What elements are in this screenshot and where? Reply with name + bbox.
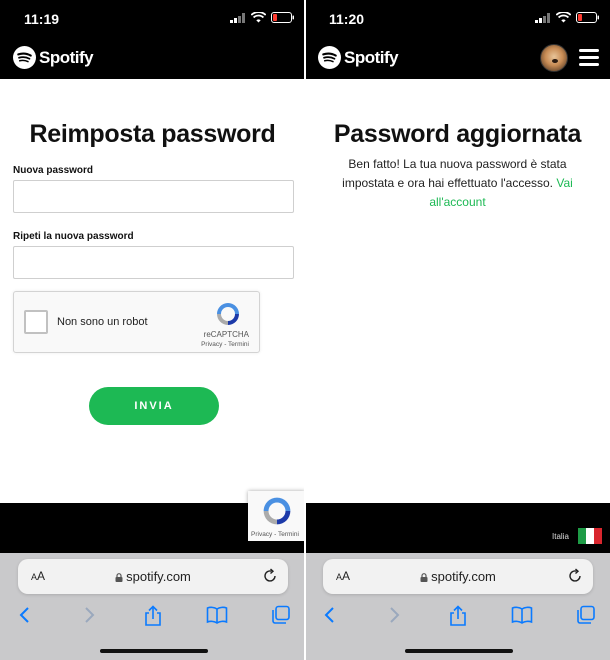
forward-icon[interactable] <box>82 605 96 625</box>
lock-icon <box>420 573 428 582</box>
browser-chrome: AA spotify.com <box>305 553 610 660</box>
battery-icon <box>576 12 599 23</box>
bookmarks-icon[interactable] <box>206 605 228 625</box>
spotify-wordmark: Spotify <box>344 47 399 67</box>
signal-icon <box>230 12 245 23</box>
recaptcha-badge-links[interactable]: Privacy - Termini <box>251 531 299 538</box>
browser-toolbar <box>0 601 305 631</box>
address-bar[interactable]: AA spotify.com <box>18 559 288 594</box>
submit-button[interactable]: INVIA <box>89 387 219 425</box>
address-bar[interactable]: AA spotify.com <box>323 559 593 594</box>
success-message-text: Ben fatto! La tua nuova password è stata… <box>342 157 567 190</box>
italy-flag-icon[interactable] <box>578 528 602 544</box>
browser-toolbar <box>305 601 610 631</box>
status-bar: 11:19 <box>0 0 305 38</box>
screenshot-pair: 11:19 Spotify Reimposta password Nuova p… <box>0 0 610 660</box>
spotify-logo[interactable]: Spotify <box>13 46 94 69</box>
reload-icon[interactable] <box>567 568 583 584</box>
reload-icon[interactable] <box>262 568 278 584</box>
spotify-logo[interactable]: Spotify <box>318 46 399 69</box>
password-updated-screen: 11:20 Spotify Password aggiornata Ben fa… <box>305 0 610 660</box>
wifi-icon <box>251 12 266 23</box>
recaptcha-icon <box>217 303 239 325</box>
new-password-label: Nuova password <box>13 165 94 176</box>
tabs-icon[interactable] <box>576 605 596 625</box>
repeat-password-input[interactable] <box>13 246 294 279</box>
home-indicator <box>405 649 513 653</box>
success-message: Ben fatto! La tua nuova password è stata… <box>325 155 590 212</box>
address-text: spotify.com <box>18 569 288 584</box>
status-bar: 11:20 <box>305 0 610 38</box>
new-password-input[interactable] <box>13 180 294 213</box>
recaptcha-brand: reCAPTCHA <box>203 330 249 339</box>
spotify-logo-icon <box>13 46 36 69</box>
home-indicator <box>100 649 208 653</box>
status-icons <box>535 12 600 23</box>
status-icons <box>230 12 295 23</box>
hamburger-menu-icon[interactable] <box>579 49 599 67</box>
spotify-logo-icon <box>318 46 341 69</box>
recaptcha-badge[interactable]: Privacy - Termini <box>248 491 305 541</box>
battery-icon <box>271 12 294 23</box>
reset-password-screen: 11:19 Spotify Reimposta password Nuova p… <box>0 0 305 660</box>
url-label: spotify.com <box>126 569 191 584</box>
bookmarks-icon[interactable] <box>511 605 533 625</box>
back-icon[interactable] <box>323 605 337 625</box>
address-text: spotify.com <box>323 569 593 584</box>
share-icon[interactable] <box>143 605 163 627</box>
country-label[interactable]: Italia <box>552 532 569 541</box>
recaptcha-widget: Non sono un robot reCAPTCHA Privacy - Te… <box>13 291 260 353</box>
recaptcha-badge-icon <box>263 497 291 525</box>
status-time: 11:20 <box>329 11 365 27</box>
signal-icon <box>535 12 550 23</box>
wifi-icon <box>556 12 571 23</box>
url-label: spotify.com <box>431 569 496 584</box>
tabs-icon[interactable] <box>271 605 291 625</box>
recaptcha-checkbox[interactable] <box>24 310 48 334</box>
share-icon[interactable] <box>448 605 468 627</box>
recaptcha-label: Non sono un robot <box>57 316 148 328</box>
spotify-wordmark: Spotify <box>39 47 94 67</box>
forward-icon[interactable] <box>387 605 401 625</box>
recaptcha-links[interactable]: Privacy - Termini <box>201 341 249 348</box>
avatar[interactable] <box>540 44 568 72</box>
lock-icon <box>115 573 123 582</box>
page-footer: Italia <box>305 503 610 553</box>
spotify-header: Spotify <box>0 38 305 79</box>
page-title: Password aggiornata <box>333 120 582 148</box>
repeat-password-label: Ripeti la nuova password <box>13 231 134 242</box>
screen-divider <box>304 0 306 660</box>
page-title: Reimposta password <box>29 120 276 148</box>
status-time: 11:19 <box>24 11 60 27</box>
back-icon[interactable] <box>18 605 32 625</box>
browser-chrome: AA spotify.com <box>0 553 305 660</box>
spotify-header: Spotify <box>305 38 610 79</box>
